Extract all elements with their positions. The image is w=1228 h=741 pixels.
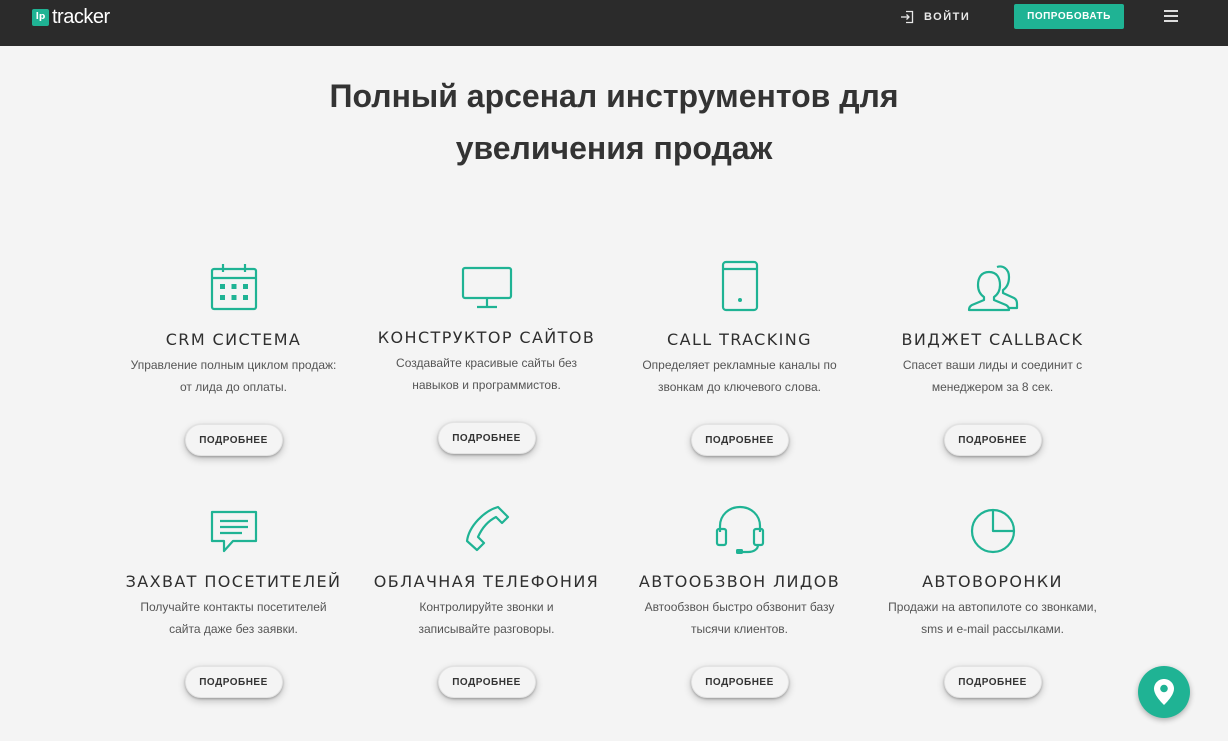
more-button-autofunnels[interactable]: ПОДРОБНЕЕ (943, 666, 1042, 698)
feature-description-line-2: sms и e-mail рассылками. (921, 622, 1064, 636)
more-button-call-tracking[interactable]: ПОДРОБНЕЕ (690, 424, 789, 456)
try-button[interactable]: ПОПРОБОВАТЬ (1014, 4, 1124, 29)
feature-title: ВИДЖЕТ CALLBACK (901, 330, 1084, 349)
feature-card-callback-widget: ВИДЖЕТ CALLBACK Спасет ваши лиды и соеди… (866, 260, 1119, 456)
feature-description: Контролируйте звонки и записывайте разго… (360, 596, 613, 640)
phone-icon (360, 502, 613, 554)
feature-description-line-2: навыков и программистов. (412, 378, 561, 392)
feature-card-site-builder: КОНСТРУКТОР САЙТОВ Создавайте красивые с… (360, 258, 613, 454)
logo[interactable]: lp tracker (32, 6, 110, 28)
more-button-autodialer[interactable]: ПОДРОБНЕЕ (690, 666, 789, 698)
feature-description-line-1: Автообзвон быстро обзвонит базу (644, 600, 835, 614)
feature-description-line-1: Спасет ваши лиды и соединит с (902, 358, 1083, 372)
hamburger-menu-icon[interactable] (1164, 10, 1178, 22)
map-pin-icon (1154, 679, 1174, 705)
feature-description-line-2: тысячи клиентов. (690, 622, 789, 636)
feature-description: Создавайте красивые сайты без навыков и … (360, 352, 613, 396)
more-button-cloud-telephony[interactable]: ПОДРОБНЕЕ (437, 666, 536, 698)
feature-description-line-2: от лида до оплаты. (179, 380, 287, 394)
feature-title: АВТООБЗВОН ЛИДОВ (638, 572, 841, 591)
feature-title: АВТОВОРОНКИ (922, 572, 1063, 591)
feature-title: CRM СИСТЕМА (165, 330, 302, 349)
more-button-visitor-capture[interactable]: ПОДРОБНЕЕ (184, 666, 283, 698)
feature-description: Автообзвон быстро обзвонит базу тысячи к… (613, 596, 866, 640)
feature-card-call-tracking: CALL TRACKING Определяет рекламные канал… (613, 260, 866, 456)
tablet-icon (613, 260, 866, 312)
feature-description-line-1: Продажи на автопилоте со звонками, (888, 600, 1097, 614)
pie-chart-icon (866, 502, 1119, 554)
page-title: Полный арсенал инструментов для увеличен… (0, 70, 1228, 174)
feature-title: CALL TRACKING (667, 330, 812, 349)
feature-description: Спасет ваши лиды и соединит с менеджером… (866, 354, 1119, 398)
feature-description: Получайте контакты посетителей сайта даж… (107, 596, 360, 640)
feature-description-line-1: Получайте контакты посетителей (140, 600, 327, 614)
monitor-icon (360, 258, 613, 310)
page-title-line-1: Полный арсенал инструментов для (329, 78, 899, 114)
feature-card-crm: CRM СИСТЕМА Управление полным циклом про… (107, 260, 360, 456)
feature-description-line-2: звонкам до ключевого слова. (658, 380, 821, 394)
feature-title: ОБЛАЧНАЯ ТЕЛЕФОНИЯ (373, 572, 600, 591)
chat-icon (107, 502, 360, 554)
logo-mark: lp (32, 8, 49, 26)
feature-description-line-1: Создавайте красивые сайты без (396, 356, 577, 370)
more-button-site-builder[interactable]: ПОДРОБНЕЕ (437, 422, 536, 454)
feature-description-line-2: записывайте разговоры. (418, 622, 555, 636)
feature-description-line-2: менеджером за 8 сек. (931, 380, 1054, 394)
feature-card-autofunnels: АВТОВОРОНКИ Продажи на автопилоте со зво… (866, 502, 1119, 698)
top-navbar: lp tracker ВОЙТИ ПОПРОБОВАТЬ (0, 0, 1228, 46)
feature-description-line-1: Управление полным циклом продаж: (130, 358, 337, 372)
login-label: ВОЙТИ (924, 11, 971, 23)
page-title-line-2: увеличения продаж (455, 130, 773, 166)
login-icon (901, 10, 914, 24)
calendar-icon (107, 260, 360, 312)
more-button-crm[interactable]: ПОДРОБНЕЕ (184, 424, 283, 456)
more-button-callback-widget[interactable]: ПОДРОБНЕЕ (943, 424, 1042, 456)
feature-description-line-1: Контролируйте звонки и (419, 600, 554, 614)
headset-icon (613, 502, 866, 554)
login-link[interactable]: ВОЙТИ (900, 8, 970, 26)
feature-description-line-2: сайта даже без заявки. (169, 622, 298, 636)
feature-description-line-1: Определяет рекламные каналы по (642, 358, 837, 372)
feature-card-autodialer: АВТООБЗВОН ЛИДОВ Автообзвон быстро обзво… (613, 502, 866, 698)
feature-description: Продажи на автопилоте со звонками, sms и… (866, 596, 1119, 640)
feature-card-cloud-telephony: ОБЛАЧНАЯ ТЕЛЕФОНИЯ Контролируйте звонки … (360, 502, 613, 698)
location-pin-button[interactable] (1138, 666, 1190, 718)
users-icon (866, 260, 1119, 312)
feature-description: Определяет рекламные каналы по звонкам д… (613, 354, 866, 398)
feature-title: КОНСТРУКТОР САЙТОВ (377, 328, 596, 347)
feature-title: ЗАХВАТ ПОСЕТИТЕЛЕЙ (125, 572, 342, 591)
logo-text: tracker (52, 5, 110, 28)
feature-card-visitor-capture: ЗАХВАТ ПОСЕТИТЕЛЕЙ Получайте контакты по… (107, 502, 360, 698)
feature-description: Управление полным циклом продаж: от лида… (107, 354, 360, 398)
